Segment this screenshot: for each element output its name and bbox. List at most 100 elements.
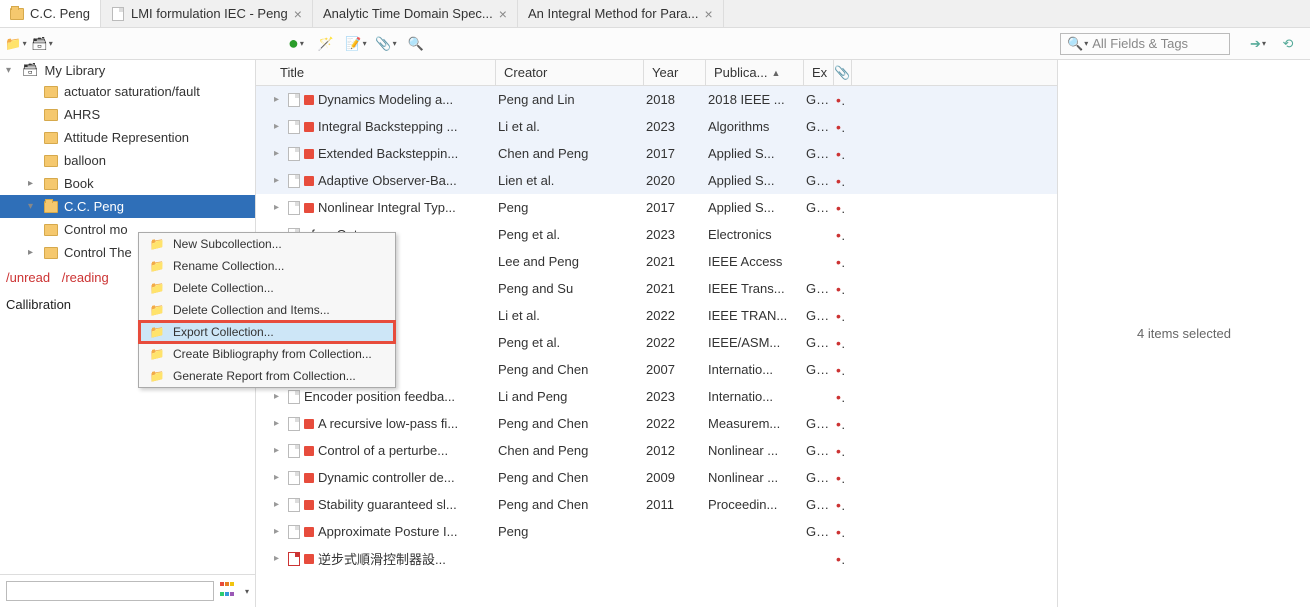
locate-button[interactable]: ➔▾	[1248, 34, 1268, 54]
column-year[interactable]: Year	[644, 60, 706, 85]
new-library-button[interactable]: 🗃▾	[32, 34, 52, 54]
tag-color-grid-button[interactable]	[220, 582, 238, 600]
wand-icon: 🪄	[318, 36, 334, 52]
item-row[interactable]: ▸Dynamic controller de...Peng and Chen20…	[256, 464, 1057, 491]
close-icon[interactable]: ×	[294, 6, 302, 22]
tag-filter-input[interactable]	[6, 581, 214, 601]
collection-label: actuator saturation/fault	[64, 84, 200, 99]
ctx-delete-collection[interactable]: 📁Delete Collection...	[139, 277, 395, 299]
column-attachment[interactable]: 📎	[834, 60, 852, 85]
item-row[interactable]: ▸Dynamics Modeling a...Peng and Lin20182…	[256, 86, 1057, 113]
column-publication[interactable]: Publica...▲	[706, 60, 804, 85]
tab-2[interactable]: Analytic Time Domain Spec...×	[313, 0, 518, 27]
item-year: 2007	[638, 362, 700, 377]
ctx-delete-collection-and-items[interactable]: 📁Delete Collection and Items...	[139, 299, 395, 321]
pdf-indicator-icon: •	[836, 551, 846, 567]
ctx-generate-report-from-collection[interactable]: 📁Generate Report from Collection...	[139, 365, 395, 387]
tag-unread[interactable]: /unread	[6, 270, 50, 285]
sidebar-item-c-c-peng[interactable]: ▾C.C. Peng	[0, 195, 255, 218]
item-extra: GSC	[798, 497, 828, 512]
attach-button[interactable]: 📎▾	[376, 34, 396, 54]
item-attachment: •	[828, 551, 846, 567]
chevron-right-icon[interactable]: ▸	[28, 247, 38, 258]
item-creator: Peng and Chen	[490, 416, 638, 431]
item-creator: Lee and Peng	[490, 254, 638, 269]
chevron-right-icon[interactable]: ▸	[274, 175, 284, 186]
ctx-rename-collection[interactable]: 📁Rename Collection...	[139, 255, 395, 277]
library-root[interactable]: ▾ 🗃 My Library	[0, 60, 255, 80]
item-row[interactable]: ▸逆步式順滑控制器設...•	[256, 545, 1057, 572]
chevron-right-icon[interactable]: ▸	[274, 472, 284, 483]
item-title: Dynamic controller de...	[318, 470, 455, 485]
ctx-new-subcollection[interactable]: 📁New Subcollection...	[139, 233, 395, 255]
chevron-right-icon[interactable]: ▸	[274, 418, 284, 429]
search-input[interactable]: 🔍 ▾ All Fields & Tags	[1060, 33, 1230, 55]
chevron-right-icon[interactable]: ▸	[274, 391, 284, 402]
new-item-button[interactable]: ●▾	[286, 34, 306, 54]
advanced-search-button[interactable]: 🔍	[406, 34, 426, 54]
item-title: Encoder position feedba...	[304, 389, 455, 404]
chevron-right-icon[interactable]: ▸	[274, 553, 284, 564]
item-attachment: •	[828, 227, 846, 243]
chevron-right-icon[interactable]: ▸	[28, 178, 38, 189]
tag-reading[interactable]: /reading	[62, 270, 109, 285]
document-icon	[288, 498, 300, 512]
folder-plus-icon: 📁	[5, 36, 21, 52]
close-icon[interactable]: ×	[499, 6, 507, 22]
new-collection-button[interactable]: 📁▾	[6, 34, 26, 54]
chevron-right-icon[interactable]: ▸	[274, 445, 284, 456]
twisty-icon[interactable]: ▾	[6, 65, 16, 76]
item-attachment: •	[828, 335, 846, 351]
tag-menu-dropdown[interactable]: ▾	[245, 587, 249, 596]
item-year: 2023	[638, 119, 700, 134]
tab-0[interactable]: C.C. Peng	[0, 0, 101, 27]
tab-1[interactable]: LMI formulation IEC - Peng×	[101, 0, 313, 27]
item-row[interactable]: ▸Control of a perturbe...Chen and Peng20…	[256, 437, 1057, 464]
sidebar-item-ahrs[interactable]: AHRS	[0, 103, 255, 126]
item-year: 2022	[638, 308, 700, 323]
column-title[interactable]: Title	[272, 60, 496, 85]
ctx-label: Delete Collection...	[173, 281, 274, 295]
new-note-button[interactable]: 📝▾	[346, 34, 366, 54]
chevron-right-icon[interactable]: ▸	[274, 121, 284, 132]
chevron-right-icon[interactable]: ▸	[274, 94, 284, 105]
close-icon[interactable]: ×	[705, 6, 713, 22]
item-year: 2021	[638, 254, 700, 269]
pdf-indicator-icon: •	[836, 146, 846, 162]
item-row[interactable]: ▸Nonlinear Integral Typ...Peng2017Applie…	[256, 194, 1057, 221]
add-by-identifier-button[interactable]: 🪄	[316, 34, 336, 54]
chevron-right-icon[interactable]: ▸	[274, 499, 284, 510]
column-extra[interactable]: Ex	[804, 60, 834, 85]
ctx-create-bibliography-from-collection[interactable]: 📁Create Bibliography from Collection...	[139, 343, 395, 365]
bib-icon: 📁	[149, 346, 165, 362]
chevron-right-icon[interactable]: ▸	[274, 148, 284, 159]
pdf-indicator-icon: •	[836, 227, 846, 243]
chevron-right-icon[interactable]: ▾	[28, 201, 38, 212]
item-extra: GSC	[798, 92, 828, 107]
sidebar-item-attitude-represention[interactable]: Attitude Represention	[0, 126, 255, 149]
sidebar-item-book[interactable]: ▸Book	[0, 172, 255, 195]
tab-3[interactable]: An Integral Method for Para...×	[518, 0, 724, 27]
item-row[interactable]: ▸Approximate Posture I...PengGSC•	[256, 518, 1057, 545]
item-row[interactable]: ▸A recursive low-pass fi...Peng and Chen…	[256, 410, 1057, 437]
sidebar-item-balloon[interactable]: balloon	[0, 149, 255, 172]
pdf-indicator-icon: •	[836, 92, 846, 108]
ctx-export-collection[interactable]: 📁Export Collection...	[139, 321, 395, 343]
item-title: Adaptive Observer-Ba...	[318, 173, 457, 188]
item-row[interactable]: ▸Integral Backstepping ...Li et al.2023A…	[256, 113, 1057, 140]
chevron-right-icon[interactable]: ▸	[274, 202, 284, 213]
document-icon	[288, 417, 300, 431]
document-icon	[288, 444, 300, 458]
item-row[interactable]: ▸Adaptive Observer-Ba...Lien et al.2020A…	[256, 167, 1057, 194]
sidebar-item-actuator-saturation-fault[interactable]: actuator saturation/fault	[0, 80, 255, 103]
chevron-right-icon[interactable]: ▸	[274, 526, 284, 537]
item-row[interactable]: ▸Extended Backsteppin...Chen and Peng201…	[256, 140, 1057, 167]
document-icon	[288, 93, 300, 107]
ctx-label: Delete Collection and Items...	[173, 303, 330, 317]
item-creator: Peng and Lin	[490, 92, 638, 107]
sync-button[interactable]: ⟲	[1278, 34, 1298, 54]
column-creator[interactable]: Creator	[496, 60, 644, 85]
search-mode-dropdown[interactable]: ▾	[1084, 39, 1088, 48]
item-row[interactable]: ▸Stability guaranteed sl...Peng and Chen…	[256, 491, 1057, 518]
item-attachment: •	[828, 524, 846, 540]
